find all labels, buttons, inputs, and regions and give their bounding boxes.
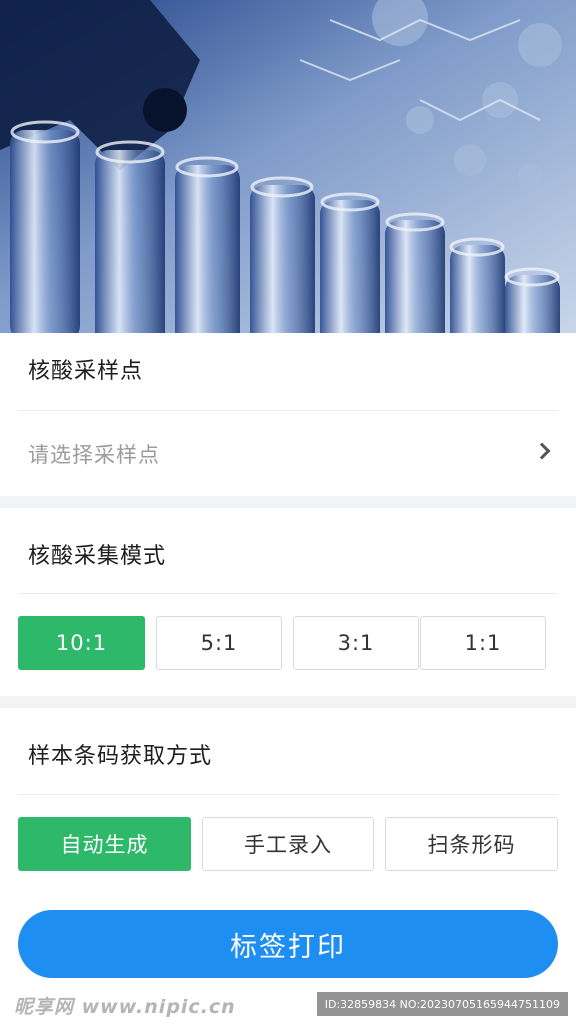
divider <box>18 794 558 795</box>
sampling-point-placeholder: 请选择采样点 <box>28 443 160 467</box>
barcode-option-auto-generate[interactable]: 自动生成 <box>18 817 191 871</box>
mode-option-3-1[interactable]: 3:1 <box>293 616 419 670</box>
sampling-point-section: 核酸采样点 请选择采样点 <box>0 333 576 496</box>
section-gap <box>0 696 576 708</box>
collection-mode-section: 核酸采集模式 10:1 5:1 3:1 1:1 <box>0 508 576 696</box>
mode-option-10-1[interactable]: 10:1 <box>18 616 145 670</box>
barcode-option-manual-entry[interactable]: 手工录入 <box>202 817 374 871</box>
watermark-logo: 昵享网 www.nipic.cn <box>14 996 236 1018</box>
hero-banner-image <box>0 0 576 333</box>
chevron-right-icon <box>533 442 551 460</box>
watermark-bar: 昵享网 www.nipic.cn ID:32859834 NO:20230705… <box>0 984 576 1024</box>
print-label-button[interactable]: 标签打印 <box>18 910 558 978</box>
section-gap <box>0 496 576 508</box>
sampling-point-picker[interactable]: 请选择采样点 <box>0 411 576 495</box>
divider <box>18 593 558 594</box>
watermark-id: ID:32859834 NO:20230705165944751109 <box>316 992 568 1016</box>
barcode-option-scan-barcode[interactable]: 扫条形码 <box>385 817 558 871</box>
barcode-method-title: 样本条码获取方式 <box>28 744 213 769</box>
collection-mode-title: 核酸采集模式 <box>28 544 167 569</box>
mode-option-5-1[interactable]: 5:1 <box>156 616 282 670</box>
sampling-point-title: 核酸采样点 <box>28 359 144 384</box>
mode-option-1-1[interactable]: 1:1 <box>420 616 546 670</box>
barcode-method-section: 样本条码获取方式 自动生成 手工录入 扫条形码 <box>0 708 576 900</box>
